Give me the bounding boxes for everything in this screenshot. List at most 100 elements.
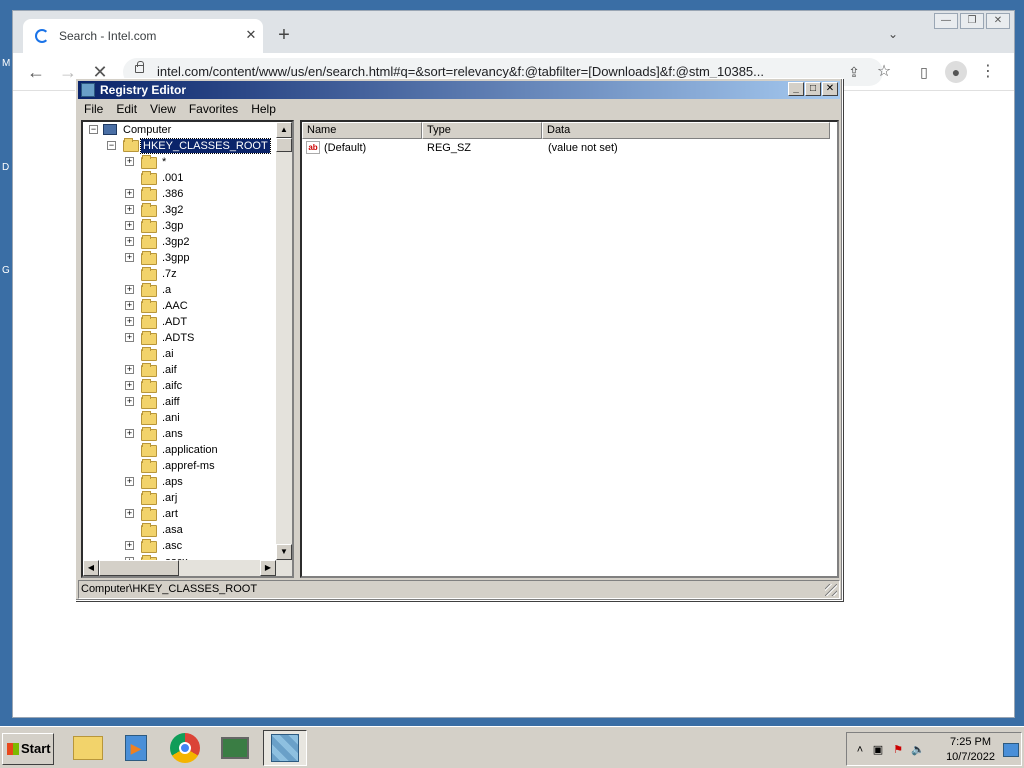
scroll-up-button[interactable]: ▲: [276, 122, 292, 138]
action-center-icon[interactable]: ⚑: [891, 743, 905, 757]
tree-item[interactable]: + .a: [83, 282, 278, 298]
browser-tab[interactable]: Search - Intel.com ✕: [23, 19, 263, 53]
scroll-right-button[interactable]: ▶: [260, 560, 276, 576]
tree-item[interactable]: + .aps: [83, 474, 278, 490]
expand-icon[interactable]: +: [125, 189, 134, 198]
back-icon[interactable]: ←: [25, 61, 47, 83]
menu-view[interactable]: View: [150, 100, 176, 118]
lock-icon[interactable]: [135, 61, 144, 73]
tree-root-computer[interactable]: − Computer: [83, 122, 278, 138]
tree-item[interactable]: + .art: [83, 506, 278, 522]
expand-icon[interactable]: +: [125, 333, 134, 342]
expand-icon[interactable]: +: [125, 301, 134, 310]
scroll-thumb[interactable]: [276, 138, 292, 152]
new-tab-button[interactable]: +: [275, 25, 293, 45]
expand-icon[interactable]: +: [125, 221, 134, 230]
tree-item[interactable]: .asa: [83, 522, 278, 538]
expand-icon[interactable]: +: [125, 541, 134, 550]
collapse-icon[interactable]: −: [107, 141, 116, 150]
menu-favorites[interactable]: Favorites: [189, 100, 238, 118]
scroll-down-button[interactable]: ▼: [276, 544, 292, 560]
value-row[interactable]: ab (Default) REG_SZ (value not set): [302, 140, 837, 156]
menu-help[interactable]: Help: [251, 100, 276, 118]
tree-item[interactable]: + .3gpp: [83, 250, 278, 266]
tree-label: .ans: [162, 428, 183, 440]
menu-file[interactable]: File: [84, 100, 103, 118]
tree-item[interactable]: + .AAC: [83, 298, 278, 314]
column-header-data[interactable]: Data: [542, 122, 830, 139]
menu-edit[interactable]: Edit: [116, 100, 137, 118]
restore-window-button[interactable]: ❐: [960, 13, 984, 29]
taskbar-chrome[interactable]: [163, 730, 207, 766]
tree-item[interactable]: .ai: [83, 346, 278, 362]
taskbar-remote-desktop[interactable]: [213, 730, 257, 766]
tree-item[interactable]: .application: [83, 442, 278, 458]
expand-icon[interactable]: +: [125, 397, 134, 406]
tree-item[interactable]: + .ADTS: [83, 330, 278, 346]
column-header-name[interactable]: Name: [302, 122, 422, 139]
minimize-button[interactable]: _: [788, 82, 804, 96]
expand-icon[interactable]: +: [125, 429, 134, 438]
collapse-icon[interactable]: −: [89, 125, 98, 134]
tree-item[interactable]: + .ans: [83, 426, 278, 442]
tree-item[interactable]: + .aif: [83, 362, 278, 378]
profile-avatar-icon[interactable]: ●: [945, 61, 967, 83]
tree-item[interactable]: + .ADT: [83, 314, 278, 330]
expand-icon[interactable]: +: [125, 365, 134, 374]
show-desktop-icon[interactable]: [1003, 743, 1019, 757]
bookmark-star-icon[interactable]: ☆: [873, 61, 895, 83]
tree-hive-hkcr[interactable]: − HKEY_CLASSES_ROOT: [83, 138, 278, 154]
tree-item[interactable]: + .asc: [83, 538, 278, 554]
clock[interactable]: 7:25 PM 10/7/2022: [946, 735, 995, 765]
expand-icon[interactable]: +: [125, 381, 134, 390]
tree-item[interactable]: .001: [83, 170, 278, 186]
expand-icon[interactable]: +: [125, 317, 134, 326]
taskbar-media-player[interactable]: ▶: [114, 730, 158, 766]
registry-tree[interactable]: − Computer − HKEY_CLASSES_ROOT + * .001 + .3…: [81, 120, 294, 578]
tree-item[interactable]: .arj: [83, 490, 278, 506]
maximize-button[interactable]: □: [805, 82, 821, 96]
start-button[interactable]: Start: [2, 733, 54, 765]
values-list[interactable]: Name Type Data ab (Default) REG_SZ (valu…: [300, 120, 839, 578]
expand-icon[interactable]: +: [125, 477, 134, 486]
resize-grip-icon[interactable]: [825, 584, 837, 596]
taskbar-regedit[interactable]: [263, 730, 307, 766]
registry-editor-titlebar[interactable]: Registry Editor _ □ ✕: [78, 81, 840, 99]
expand-icon[interactable]: +: [125, 157, 134, 166]
tree-item[interactable]: + .aifc: [83, 378, 278, 394]
tab-search-chevron-icon[interactable]: ⌄: [888, 27, 898, 41]
scroll-thumb[interactable]: [99, 560, 179, 576]
minimize-window-button[interactable]: —: [934, 13, 958, 29]
url-text[interactable]: intel.com/content/www/us/en/search.html#…: [157, 64, 837, 79]
scroll-left-button[interactable]: ◀: [83, 560, 99, 576]
column-header-type[interactable]: Type: [422, 122, 542, 139]
expand-icon[interactable]: +: [125, 285, 134, 294]
close-tab-icon[interactable]: ✕: [243, 27, 259, 43]
status-bar: Computer\HKEY_CLASSES_ROOT: [78, 580, 840, 599]
clock-time: 7:25 PM: [950, 736, 992, 748]
tree-item[interactable]: + .3gp2: [83, 234, 278, 250]
side-panel-icon[interactable]: ▯: [913, 61, 935, 83]
tree-item[interactable]: + .386: [83, 186, 278, 202]
share-icon[interactable]: ⇪: [843, 61, 865, 83]
expand-icon[interactable]: +: [125, 205, 134, 214]
tree-item[interactable]: .ani: [83, 410, 278, 426]
expand-icon[interactable]: +: [125, 237, 134, 246]
show-hidden-icons-icon[interactable]: ˄: [853, 743, 867, 757]
tree-item[interactable]: + *: [83, 154, 278, 170]
tree-item[interactable]: + .3g2: [83, 202, 278, 218]
tree-vertical-scrollbar[interactable]: ▲ ▼: [276, 122, 292, 576]
taskbar-explorer[interactable]: [66, 730, 110, 766]
tree-item[interactable]: + .aiff: [83, 394, 278, 410]
volume-icon[interactable]: 🔈: [911, 743, 925, 757]
tree-horizontal-scrollbar[interactable]: ◀ ▶: [83, 560, 276, 576]
network-icon[interactable]: ▣: [871, 743, 885, 757]
tree-item[interactable]: .7z: [83, 266, 278, 282]
expand-icon[interactable]: +: [125, 253, 134, 262]
expand-icon[interactable]: +: [125, 509, 134, 518]
menu-kebab-icon[interactable]: ⋮: [977, 61, 999, 83]
tree-item[interactable]: .appref-ms: [83, 458, 278, 474]
close-window-button[interactable]: ✕: [986, 13, 1010, 29]
close-button[interactable]: ✕: [822, 82, 838, 96]
tree-item[interactable]: + .3gp: [83, 218, 278, 234]
